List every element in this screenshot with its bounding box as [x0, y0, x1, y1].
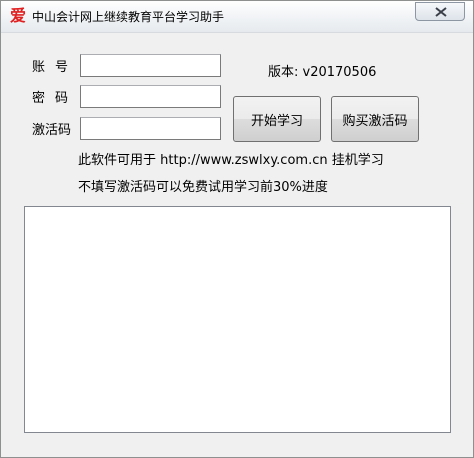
close-button[interactable] [415, 2, 465, 21]
trial-info-text: 不填写激活码可以免费试用学习前30%进度 [78, 180, 328, 195]
account-input[interactable] [80, 54, 221, 77]
app-window: 爱 中山会计网上继续教育平台学习助手 账号 密码 激活码 版本: v201705… [0, 0, 474, 458]
title-bar[interactable]: 爱 中山会计网上继续教育平台学习助手 [1, 1, 473, 33]
site-info-text: 此软件可用于 http://www.zswlxy.com.cn 挂机学习 [78, 153, 384, 168]
buy-activation-code-button[interactable]: 购买激活码 [331, 96, 419, 142]
account-label: 账号 [32, 60, 79, 75]
password-label: 密码 [32, 91, 79, 106]
client-area: 账号 密码 激活码 版本: v20170506 开始学习 购买激活码 此软件可用… [9, 33, 466, 451]
app-icon: 爱 [9, 6, 26, 25]
activation-code-label: 激活码 [32, 123, 72, 138]
log-output-area[interactable] [24, 206, 451, 433]
close-icon [435, 7, 447, 17]
password-input[interactable] [80, 85, 221, 108]
version-label: 版本: v20170506 [268, 65, 377, 80]
start-learning-button[interactable]: 开始学习 [233, 96, 321, 142]
activation-code-input[interactable] [80, 117, 221, 140]
window-title: 中山会计网上继续教育平台学习助手 [32, 10, 225, 24]
